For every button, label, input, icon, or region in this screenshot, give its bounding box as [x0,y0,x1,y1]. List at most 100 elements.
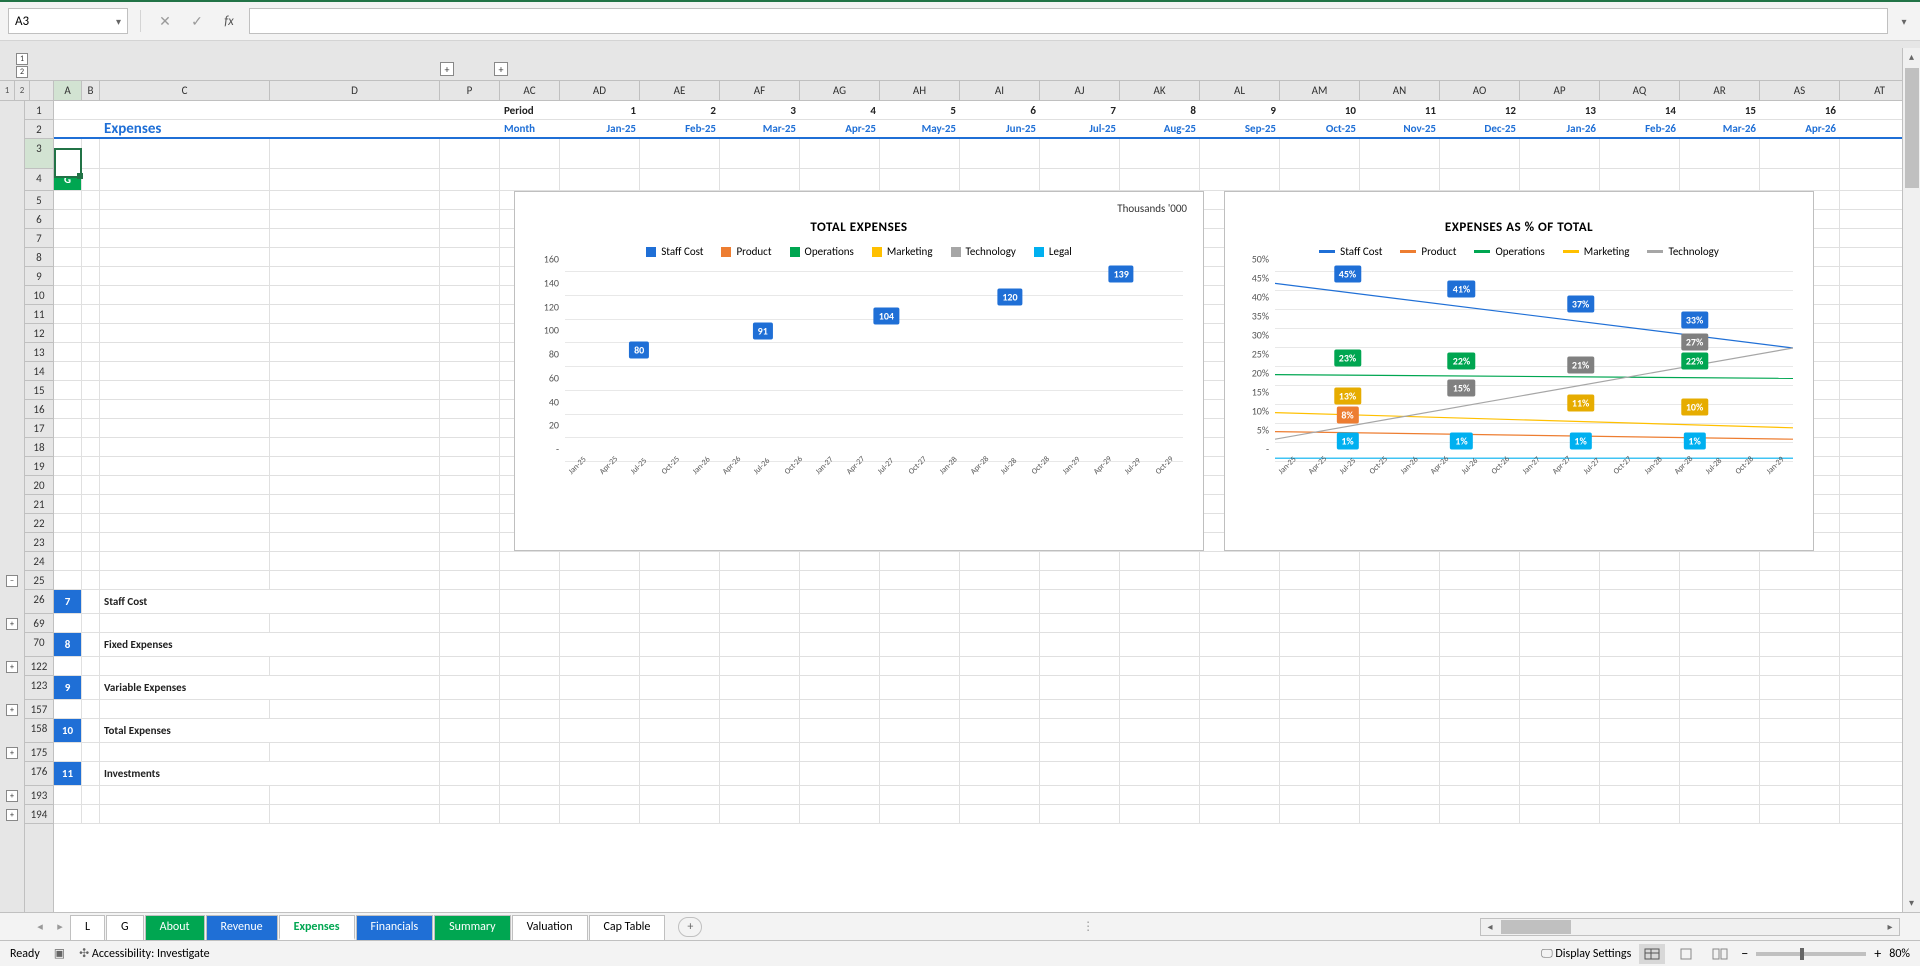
col-header-AP[interactable]: AP [1520,81,1600,100]
row-header-1[interactable]: 1 [25,101,53,120]
outline-toggle[interactable]: + [6,790,18,802]
vertical-scrollbar[interactable]: ▴ ▾ [1902,48,1920,912]
chevron-down-icon[interactable]: ▾ [116,15,121,28]
col-header-AG[interactable]: AG [800,81,880,100]
row-header-193[interactable]: 193 [25,786,53,805]
row-header-26[interactable]: 26 [25,590,53,614]
normal-view-icon[interactable] [1639,944,1665,964]
outline-toggle[interactable]: + [6,809,18,821]
page-break-view-icon[interactable] [1707,944,1733,964]
col-header-AS[interactable]: AS [1760,81,1840,100]
formula-input[interactable] [249,8,1888,34]
row-header-21[interactable]: 21 [25,495,53,514]
row-header-22[interactable]: 22 [25,514,53,533]
row-header-122[interactable]: 122 [25,657,53,676]
sheet-tab-about[interactable]: About [145,915,205,940]
outline-level-1[interactable]: 1 [16,53,28,65]
col-header-AO[interactable]: AO [1440,81,1520,100]
accessibility-status[interactable]: ✣ Accessibility: Investigate [79,946,210,961]
row-header-194[interactable]: 194 [25,805,53,824]
row-header-19[interactable]: 19 [25,457,53,476]
page-layout-view-icon[interactable] [1673,944,1699,964]
col-group-expand-1[interactable]: + [440,62,454,76]
zoom-out-button[interactable]: − [1741,945,1748,962]
row-header-18[interactable]: 18 [25,438,53,457]
hscroll-left-icon[interactable]: ◂ [1481,920,1499,933]
sheet-tab-financials[interactable]: Financials [356,915,434,940]
row-header-2[interactable]: 2 [25,120,53,139]
horizontal-scrollbar[interactable]: ◂ ▸ [1480,918,1900,936]
row-header-3[interactable]: 3 [25,139,53,169]
tab-nav-next-icon[interactable]: ▸ [50,920,70,933]
col-header-AE[interactable]: AE [640,81,720,100]
col-header-AI[interactable]: AI [960,81,1040,100]
row-header-12[interactable]: 12 [25,324,53,343]
sheet-tab-summary[interactable]: Summary [434,915,510,940]
zoom-slider[interactable] [1756,952,1866,956]
row-header-24[interactable]: 24 [25,552,53,571]
col-header-AM[interactable]: AM [1280,81,1360,100]
col-header-AJ[interactable]: AJ [1040,81,1120,100]
tab-nav-prev-icon[interactable]: ◂ [30,920,50,933]
hscroll-right-icon[interactable]: ▸ [1881,920,1899,933]
select-all-corner[interactable] [30,81,54,100]
name-box[interactable]: A3 ▾ [8,8,128,34]
row-header-16[interactable]: 16 [25,400,53,419]
fx-icon[interactable]: fx [217,9,241,33]
sheet-tab-valuation[interactable]: Valuation [512,915,588,940]
col-header-AN[interactable]: AN [1360,81,1440,100]
col-header-P[interactable]: P [440,81,500,100]
macro-record-icon[interactable]: ▣ [54,946,65,961]
row-header-9[interactable]: 9 [25,267,53,286]
col-header-AF[interactable]: AF [720,81,800,100]
zoom-in-button[interactable]: + [1874,945,1881,962]
row-outline-1[interactable]: 1 [0,81,15,100]
row-header-70[interactable]: 70 [25,633,53,657]
row-header-4[interactable]: 4 [25,169,53,191]
col-header-D[interactable]: D [270,81,440,100]
col-header-AC[interactable]: AC [500,81,560,100]
row-outline-2[interactable]: 2 [15,81,30,100]
col-header-AH[interactable]: AH [880,81,960,100]
row-header-6[interactable]: 6 [25,210,53,229]
scroll-up-icon[interactable]: ▴ [1903,48,1920,66]
expenses-pct-chart[interactable]: EXPENSES AS % OF TOTALStaff CostProductO… [1224,191,1814,551]
col-header-AL[interactable]: AL [1200,81,1280,100]
display-settings-button[interactable]: 🖵 Display Settings [1541,947,1631,961]
row-header-157[interactable]: 157 [25,700,53,719]
col-header-A[interactable]: A [54,81,82,100]
sheet-tab-expenses[interactable]: Expenses [279,915,355,940]
col-header-B[interactable]: B [82,81,100,100]
row-header-11[interactable]: 11 [25,305,53,324]
outline-toggle[interactable]: + [6,661,18,673]
col-header-AQ[interactable]: AQ [1600,81,1680,100]
outline-toggle[interactable]: − [6,575,18,587]
row-header-7[interactable]: 7 [25,229,53,248]
row-header-176[interactable]: 176 [25,762,53,786]
expand-formula-bar-icon[interactable]: ▾ [1896,15,1912,28]
sheet-tab-cap-table[interactable]: Cap Table [589,915,666,940]
row-header-23[interactable]: 23 [25,533,53,552]
outline-level-2[interactable]: 2 [16,66,28,78]
outline-toggle[interactable]: + [6,618,18,630]
row-header-175[interactable]: 175 [25,743,53,762]
grid-cells[interactable]: Period12345678910111213141516ExpensesMon… [54,101,1920,921]
sheet-tab-revenue[interactable]: Revenue [206,915,278,940]
row-header-17[interactable]: 17 [25,419,53,438]
row-header-123[interactable]: 123 [25,676,53,700]
sheet-tab-g[interactable]: G [106,915,144,940]
row-header-10[interactable]: 10 [25,286,53,305]
col-header-AR[interactable]: AR [1680,81,1760,100]
outline-toggle[interactable]: + [6,704,18,716]
row-header-69[interactable]: 69 [25,614,53,633]
zoom-level[interactable]: 80% [1889,947,1910,961]
col-header-C[interactable]: C [100,81,270,100]
row-header-15[interactable]: 15 [25,381,53,400]
hscroll-thumb[interactable] [1501,920,1571,934]
row-header-8[interactable]: 8 [25,248,53,267]
add-sheet-button[interactable]: + [678,917,702,937]
row-header-158[interactable]: 158 [25,719,53,743]
row-header-14[interactable]: 14 [25,362,53,381]
scroll-down-icon[interactable]: ▾ [1903,894,1920,912]
sheet-tab-l[interactable]: L [70,915,105,940]
